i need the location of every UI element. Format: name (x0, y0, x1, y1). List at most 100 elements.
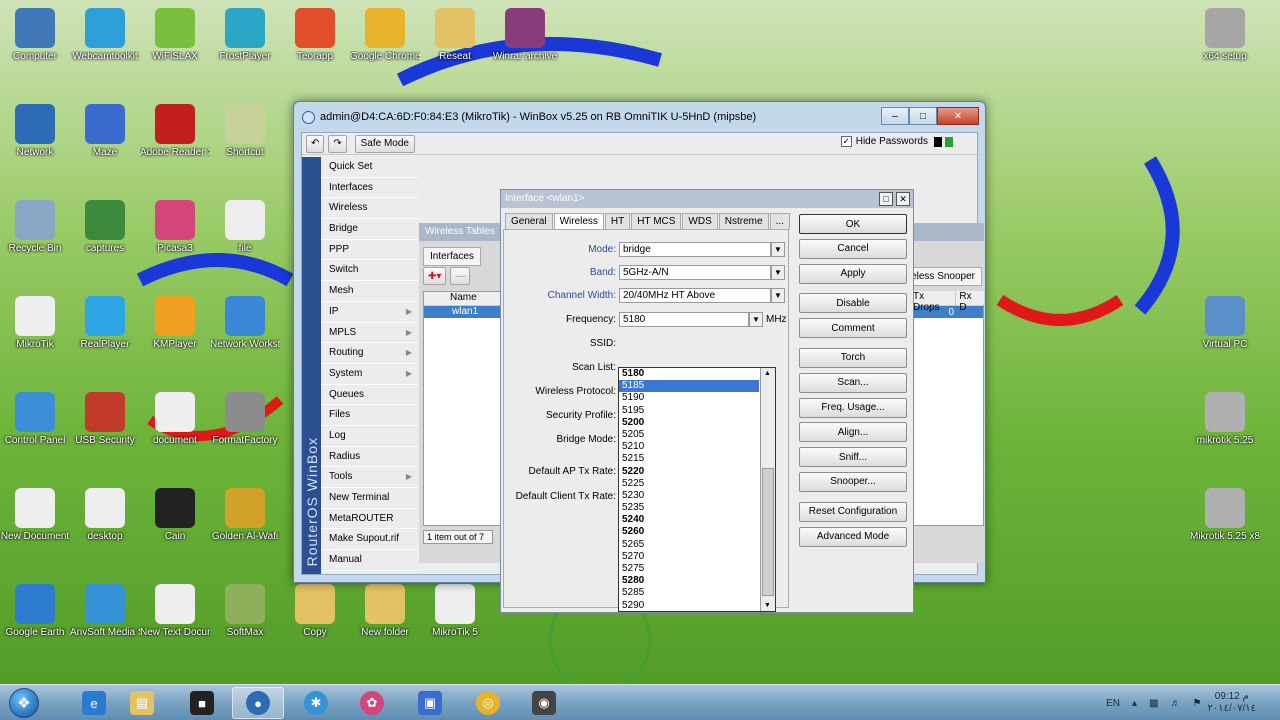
dialog-titlebar[interactable]: Interface <wlan1> □ ✕ (501, 190, 913, 208)
hide-passwords-toggle[interactable]: ✓ Hide Passwords (840, 136, 953, 147)
desktop-icon[interactable]: SoftMax (210, 584, 280, 638)
col-rx-d[interactable]: Rx D (955, 291, 984, 313)
band-dropdown-icon[interactable]: ▼ (771, 265, 785, 280)
desktop-icon[interactable]: mikrotik 5.25 (1190, 392, 1260, 446)
desktop-icon[interactable]: New Text Document (140, 584, 210, 638)
taskbar-winbox[interactable]: ● (232, 687, 284, 719)
apply-button[interactable]: Apply (799, 263, 907, 284)
desktop-icon[interactable]: MikroTik (0, 296, 70, 350)
tray-expand-icon[interactable]: ▴ (1132, 698, 1137, 709)
desktop-icon[interactable]: Maze (70, 104, 140, 158)
align-button[interactable]: Align... (799, 422, 907, 443)
taskbar-app-5[interactable]: ✱ (290, 687, 342, 719)
add-button[interactable]: ✚▾ (423, 267, 447, 285)
desktop-icon[interactable]: captures (70, 200, 140, 254)
minimize-button[interactable]: – (881, 107, 909, 125)
menu-item[interactable]: IP ▶ (321, 302, 418, 323)
desktop-icon[interactable]: file (210, 200, 280, 254)
taskbar-network[interactable]: ▣ (404, 687, 456, 719)
snooper-button[interactable]: Snooper... (799, 471, 907, 492)
dialog-tab[interactable]: ... (769, 213, 790, 229)
frequency-option[interactable]: 5270 (619, 551, 759, 563)
frequency-option[interactable]: 5225 (619, 478, 759, 490)
torch-button[interactable]: Torch (799, 347, 907, 368)
desktop-icon[interactable]: Google Chrome (350, 8, 420, 62)
frequency-option[interactable]: 5200 (619, 417, 759, 429)
flag-icon[interactable]: ⚑ (1193, 698, 1202, 709)
menu-item[interactable]: Radius (321, 447, 418, 468)
col-tx-drops[interactable]: Tx Drops (909, 291, 955, 313)
menu-item[interactable]: Mesh (321, 281, 418, 302)
undo-button[interactable]: ↶ (306, 134, 325, 153)
frequency-dropdown-list[interactable]: 5180 5185 5190 5195 5200 5205 5210 5215 5220 5225… (618, 367, 776, 612)
menu-item[interactable]: Interfaces (321, 178, 418, 199)
desktop-icon[interactable]: FrostPlayer (210, 8, 280, 62)
frequency-option[interactable]: 5190 (619, 392, 759, 404)
freq-usage-button[interactable]: Freq. Usage... (799, 397, 907, 418)
maximize-button[interactable]: □ (909, 107, 937, 125)
frequency-option[interactable]: 5185 (619, 380, 759, 393)
channel-width-dropdown-icon[interactable]: ▼ (771, 288, 785, 303)
desktop-icon[interactable]: Shortcut (210, 104, 280, 158)
menu-item[interactable]: Files (321, 405, 418, 426)
scroll-down-icon[interactable]: ▼ (764, 602, 771, 609)
ok-button[interactable]: OK (799, 214, 907, 234)
taskbar-camera[interactable]: ◉ (518, 687, 570, 719)
desktop-icon[interactable]: x64 setup (1190, 8, 1260, 62)
frequency-option[interactable]: 5290 (619, 600, 759, 611)
desktop-icon[interactable]: Virtual PC (1190, 296, 1260, 350)
menu-item[interactable]: MPLS ▶ (321, 323, 418, 344)
frequency-option[interactable]: 5285 (619, 587, 759, 599)
dialog-tab[interactable]: Wireless (553, 213, 604, 229)
frequency-option[interactable]: 5260 (619, 526, 759, 538)
desktop-icon[interactable]: Network (0, 104, 70, 158)
volume-icon[interactable]: ♬ (1171, 698, 1181, 709)
desktop-icon[interactable]: desktop (70, 488, 140, 542)
disable-button[interactable]: Disable (799, 293, 907, 314)
desktop-icon[interactable]: document (140, 392, 210, 446)
desktop-icon[interactable]: Mikrotik 5.25 x86 (1190, 488, 1260, 542)
dialog-tab[interactable]: WDS (682, 213, 718, 229)
desktop-icon[interactable]: Golden Al-Wafi (210, 488, 280, 542)
reset-configuration-button[interactable]: Reset Configuration (799, 501, 907, 522)
frequency-option[interactable]: 5230 (619, 490, 759, 502)
desktop-icon[interactable]: Control Panel (0, 392, 70, 446)
frequency-dropdown-icon[interactable]: ▼ (749, 312, 763, 327)
window-titlebar[interactable]: admin@D4:CA:6D:F0:84:E3 (MikroTik) - Win… (294, 102, 985, 132)
desktop-icon[interactable]: Computer (0, 8, 70, 62)
desktop-icon[interactable]: Webcamtoolkit (70, 8, 140, 62)
desktop-icon[interactable]: Copy (280, 584, 350, 638)
channel-width-select[interactable]: 20/40MHz HT Above (619, 288, 771, 303)
desktop-icon[interactable]: USB Security (70, 392, 140, 446)
band-select[interactable]: 5GHz-A/N (619, 265, 771, 280)
dropdown-scrollbar[interactable]: ▲ ▼ (760, 368, 775, 611)
frequency-option[interactable]: 5180 (619, 368, 759, 380)
menu-item[interactable]: Tools ▶ (321, 467, 418, 488)
desktop-icon[interactable]: Cain (140, 488, 210, 542)
desktop-icon[interactable]: FormatFactory (210, 392, 280, 446)
frequency-option[interactable]: 5240 (619, 514, 759, 526)
menu-item[interactable]: PPP (321, 240, 418, 261)
winbox-window[interactable]: admin@D4:CA:6D:F0:84:E3 (MikroTik) - Win… (293, 101, 986, 613)
menu-item[interactable]: Quick Set (321, 157, 418, 178)
frequency-select[interactable]: 5180 (619, 312, 749, 327)
frequency-option[interactable]: 5220 (619, 466, 759, 478)
desktop-icon[interactable]: MikroTik 5 (420, 584, 490, 638)
desktop-icon[interactable]: Adobe Reader X (140, 104, 210, 158)
hide-passwords-checkbox[interactable]: ✓ (840, 136, 852, 147)
frequency-option[interactable]: 5210 (619, 441, 759, 453)
network-icon[interactable]: ▩ (1149, 698, 1158, 709)
safe-mode-button[interactable]: Safe Mode (354, 134, 415, 153)
dialog-close-button[interactable]: ✕ (896, 192, 910, 206)
sniff-button[interactable]: Sniff... (799, 447, 907, 468)
redo-button[interactable]: ↷ (328, 134, 347, 153)
desktop-icon[interactable]: Reseat (420, 8, 490, 62)
taskbar-chrome[interactable]: ◎ (462, 687, 514, 719)
menu-item[interactable]: MetaROUTER (321, 509, 418, 530)
taskbar-picasa[interactable]: ✿ (346, 687, 398, 719)
interface-dialog[interactable]: Interface <wlan1> □ ✕ General Wireless HT H… (500, 189, 914, 613)
frequency-option[interactable]: 5275 (619, 563, 759, 575)
desktop-icon[interactable]: Recycle Bin (0, 200, 70, 254)
menu-item[interactable]: System ▶ (321, 364, 418, 385)
desktop-icon[interactable]: KMPlayer (140, 296, 210, 350)
